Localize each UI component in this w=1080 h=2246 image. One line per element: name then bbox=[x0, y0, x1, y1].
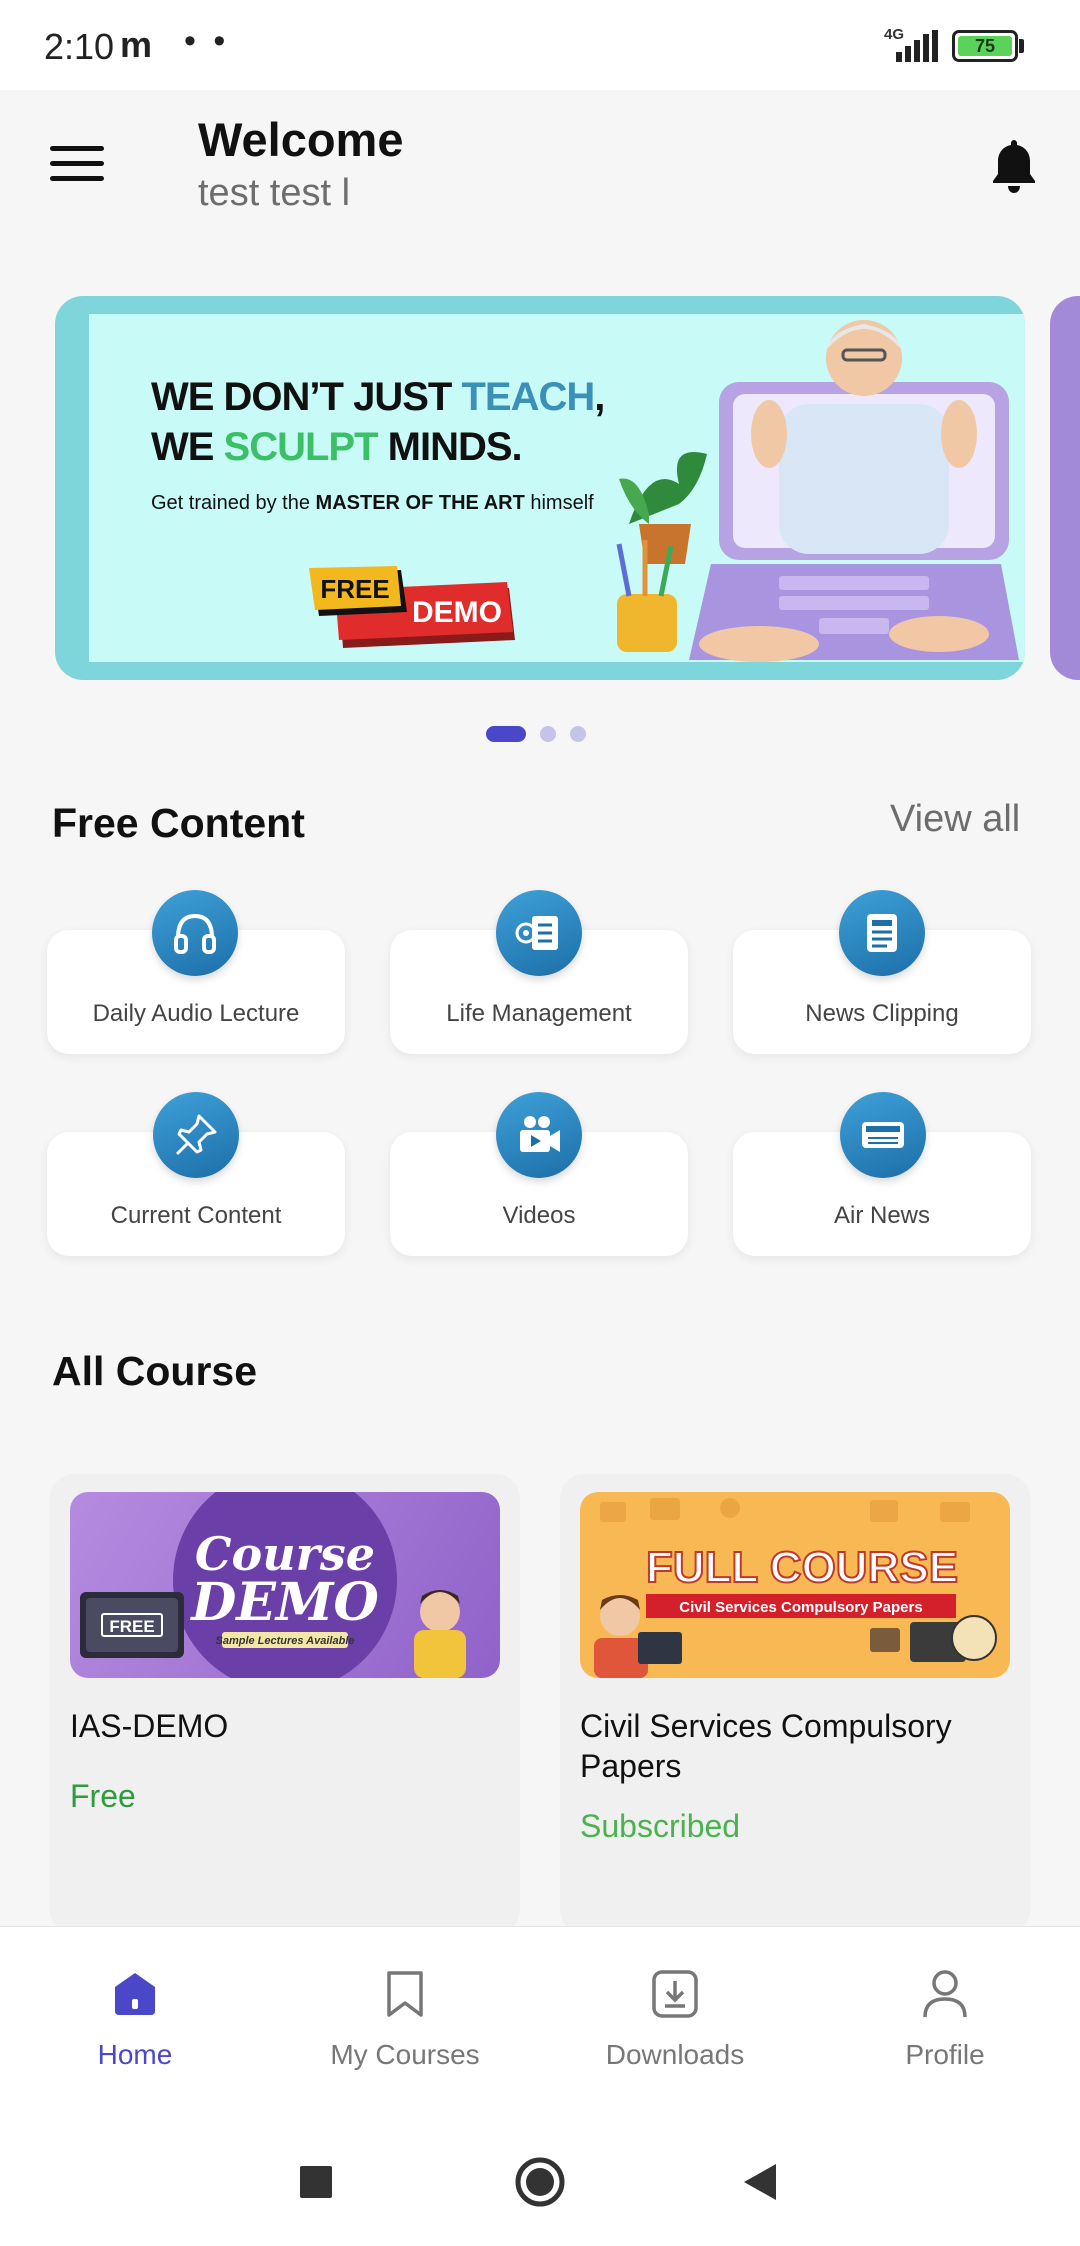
course-title: IAS-DEMO bbox=[70, 1708, 229, 1744]
carousel-dot[interactable] bbox=[570, 726, 586, 742]
course-card-civil-services[interactable]: FULL COURSE Civil Services Compulsory Pa… bbox=[560, 1474, 1030, 1934]
course-demo-artwork: Course DEMO Sample Lectures Available FR… bbox=[80, 1492, 466, 1678]
promo-banner[interactable]: WE DON’T JUST TEACH, WE SCULPT MINDS. Ge… bbox=[55, 296, 1025, 680]
thumb-caption: Sample Lectures Available bbox=[216, 1635, 355, 1647]
content-card-label: Life Management bbox=[446, 1000, 632, 1027]
teacher-laptop-illustration bbox=[616, 320, 1019, 662]
status-time: 2:10 bbox=[44, 26, 115, 67]
thumb-free-badge: FREE bbox=[109, 1617, 154, 1636]
bottom-navigation: Home My Courses Downloads Profile bbox=[0, 1926, 1080, 2116]
download-icon bbox=[652, 1970, 698, 2018]
home-icon bbox=[115, 1973, 155, 2015]
bell-icon[interactable] bbox=[988, 136, 1040, 196]
content-card-label: Videos bbox=[502, 1202, 576, 1229]
video-camera-icon bbox=[496, 1092, 582, 1178]
course-title: Civil Services Compulsory Papers bbox=[580, 1708, 952, 1784]
nav-my-courses[interactable]: My Courses bbox=[270, 1927, 540, 2117]
newspaper-icon bbox=[839, 890, 925, 976]
user-name: test test l bbox=[198, 172, 351, 214]
course-thumbnail: FULL COURSE Civil Services Compulsory Pa… bbox=[580, 1492, 1010, 1678]
person-icon bbox=[923, 1970, 967, 2018]
course-price: Free bbox=[70, 1778, 136, 1814]
free-demo-badge: FREE DEMO bbox=[309, 566, 515, 648]
banner-background: WE DON’T JUST TEACH, WE SCULPT MINDS. Ge… bbox=[89, 314, 1025, 662]
radio-icon bbox=[840, 1092, 926, 1178]
course-card-ias-demo[interactable]: Course DEMO Sample Lectures Available FR… bbox=[50, 1474, 520, 1934]
nav-label: Downloads bbox=[605, 2039, 745, 2070]
nav-downloads[interactable]: Downloads bbox=[540, 1927, 810, 2117]
bookmark-icon bbox=[387, 1971, 423, 2017]
thumb-full-course: FULL COURSE bbox=[646, 1543, 958, 1592]
back-triangle-icon[interactable] bbox=[742, 2162, 778, 2202]
settings-document-icon bbox=[496, 890, 582, 976]
nav-label: Home bbox=[97, 2039, 173, 2070]
signal-icon bbox=[896, 30, 938, 62]
content-card-label: Current Content bbox=[110, 1202, 282, 1229]
view-all-link[interactable]: View all bbox=[890, 798, 1020, 841]
carousel-dot-active[interactable] bbox=[486, 726, 526, 742]
content-card-label: News Clipping bbox=[805, 1000, 959, 1027]
thumb-demo-word: DEMO bbox=[189, 1572, 379, 1633]
banner-subtitle: Get trained by the MASTER OF THE ART him… bbox=[151, 492, 594, 514]
next-banner-peek[interactable] bbox=[1050, 296, 1080, 680]
menu-button[interactable] bbox=[50, 146, 104, 188]
content-card-label: Air News bbox=[833, 1202, 930, 1229]
all-course-title: All Course bbox=[52, 1348, 258, 1394]
nav-profile[interactable]: Profile bbox=[810, 1927, 1080, 2117]
welcome-title: Welcome bbox=[198, 113, 404, 166]
nav-home[interactable]: Home bbox=[0, 1927, 270, 2117]
battery-cap bbox=[1019, 39, 1024, 53]
course-thumbnail: Course DEMO Sample Lectures Available FR… bbox=[70, 1492, 500, 1678]
headphones-icon bbox=[152, 890, 238, 976]
nav-label: My Courses bbox=[330, 2039, 480, 2070]
app-header: Welcome test test l bbox=[0, 90, 1080, 260]
thumb-caption: Civil Services Compulsory Papers bbox=[679, 1599, 922, 1616]
carousel-dot[interactable] bbox=[540, 726, 556, 742]
battery-icon: 75 bbox=[952, 30, 1018, 62]
carousel-indicator bbox=[486, 726, 586, 742]
badge-demo-text: DEMO bbox=[412, 596, 502, 629]
battery-level: 75 bbox=[958, 36, 1012, 56]
pin-icon bbox=[153, 1092, 239, 1178]
recents-square-icon[interactable] bbox=[298, 2164, 334, 2200]
notification-m-icon: m bbox=[120, 24, 153, 65]
nav-label: Profile bbox=[905, 2039, 985, 2070]
status-bar: 2:10 m • • 4G 75 bbox=[0, 0, 1080, 90]
home-circle-icon[interactable] bbox=[514, 2156, 566, 2208]
system-navigation-bar bbox=[0, 2116, 1080, 2246]
course-status: Subscribed bbox=[580, 1808, 741, 1844]
badge-free-text: FREE bbox=[320, 574, 389, 604]
free-content-title: Free Content bbox=[52, 800, 305, 846]
content-card-label: Daily Audio Lecture bbox=[92, 1000, 300, 1027]
notification-dots: • • bbox=[184, 22, 230, 60]
full-course-artwork: FULL COURSE Civil Services Compulsory Pa… bbox=[594, 1498, 997, 1678]
banner-headline: WE DON’T JUST TEACH, WE SCULPT MINDS. bbox=[151, 375, 605, 469]
